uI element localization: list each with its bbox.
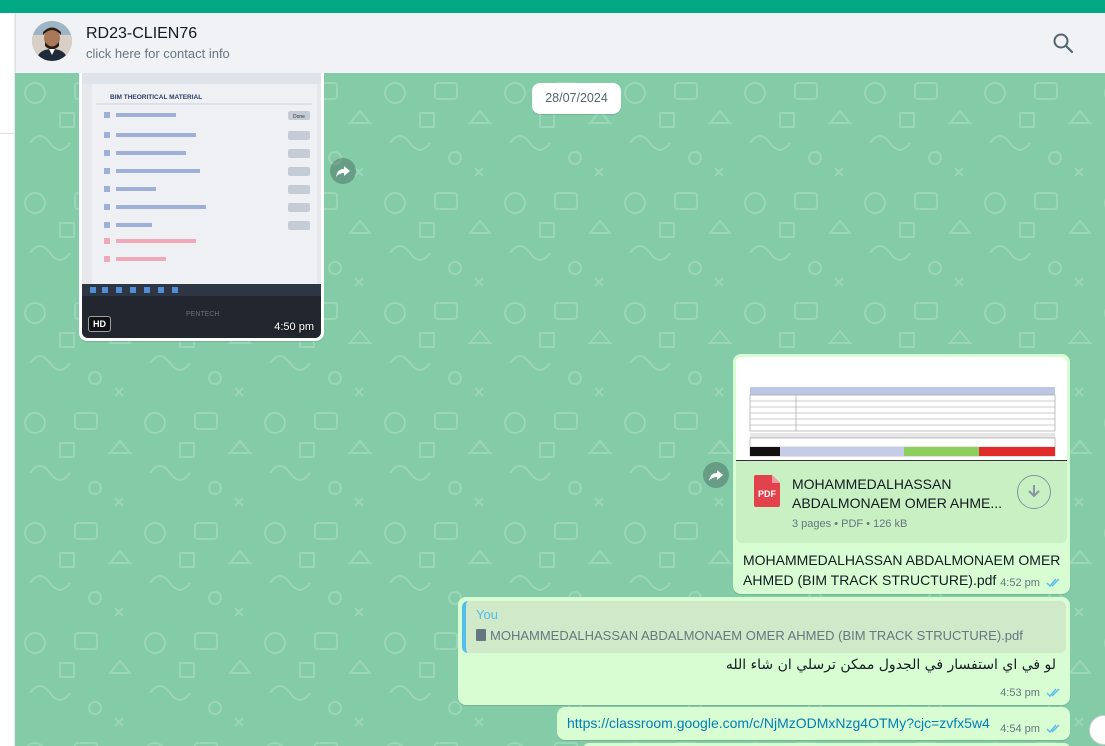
classroom-link[interactable]: https://classroom.google.com/c/NjMzODMxN… <box>567 715 990 731</box>
sidebar-divider <box>0 133 14 134</box>
document-card[interactable]: PDF MOHAMMEDALHASSAN ABDALMONAEM OMER AH… <box>736 461 1067 543</box>
link-message[interactable]: https://classroom.google.com/c/NjMzODMxN… <box>557 707 1070 740</box>
message-time: 4:53 pm <box>1000 687 1040 699</box>
read-receipt-icon <box>1046 724 1060 734</box>
message-time: 4:52 pm <box>1000 577 1040 589</box>
message-time: 4:54 pm <box>1000 723 1040 735</box>
document-file-name[interactable]: MOHAMMEDALHASSAN ABDALMONAEM OMER AHME..… <box>792 475 1007 513</box>
app-top-bar <box>0 0 1105 13</box>
image-brand: PENTECH <box>186 311 219 318</box>
image-section-title: BIM THEORITICAL MATERIAL <box>110 94 202 101</box>
image-thumbnail[interactable]: BIM THEORITICAL MATERIAL Done PENTECH HD… <box>82 73 321 338</box>
contact-avatar[interactable] <box>32 21 72 61</box>
quoted-text: MOHAMMEDALHASSAN ABDALMONAEM OMER AHMED … <box>476 628 1023 643</box>
message-text: لو في اي استفسار في الجدول ممكن ترسلي ان… <box>725 657 1056 673</box>
quoted-message[interactable]: You MOHAMMEDALHASSAN ABDALMONAEM OMER AH… <box>462 601 1066 653</box>
svg-text:PDF: PDF <box>758 489 777 499</box>
forward-icon[interactable] <box>703 462 729 488</box>
hd-badge: HD <box>88 316 111 332</box>
message-meta: 4:54 pm <box>1000 723 1062 735</box>
sidebar-edge <box>0 13 15 746</box>
image-done-label: Done <box>293 114 305 120</box>
search-icon[interactable] <box>1051 31 1075 55</box>
date-separator: 28/07/2024 <box>532 83 621 114</box>
image-message[interactable]: BIM THEORITICAL MATERIAL Done PENTECH HD… <box>79 73 324 341</box>
quoted-author: You <box>476 607 498 622</box>
message-meta: 4:52 pm <box>1000 577 1062 589</box>
document-message[interactable]: PDF MOHAMMEDALHASSAN ABDALMONAEM OMER AH… <box>733 354 1070 594</box>
document-meta: 3 pages • PDF • 126 kB <box>792 518 908 530</box>
chat-header[interactable]: RD23-CLIEN76 click here for contact info <box>15 13 1105 73</box>
message-meta: 4:53 pm <box>1000 687 1062 699</box>
message-time: 4:50 pm <box>274 321 314 333</box>
document-preview[interactable] <box>736 357 1067 461</box>
chat-panel[interactable]: 28/07/2024 BIM THEORITICAL MATERIAL Done… <box>15 73 1105 746</box>
forward-icon[interactable] <box>330 158 356 184</box>
contact-info-hint[interactable]: click here for contact info <box>86 46 230 61</box>
document-icon <box>476 629 486 641</box>
reply-message[interactable]: You MOHAMMEDALHASSAN ABDALMONAEM OMER AH… <box>458 597 1070 705</box>
download-icon[interactable] <box>1017 475 1051 509</box>
contact-name[interactable]: RD23-CLIEN76 <box>86 25 197 43</box>
read-receipt-icon <box>1046 688 1060 698</box>
pdf-file-icon: PDF <box>754 475 780 507</box>
read-receipt-icon <box>1046 578 1060 588</box>
